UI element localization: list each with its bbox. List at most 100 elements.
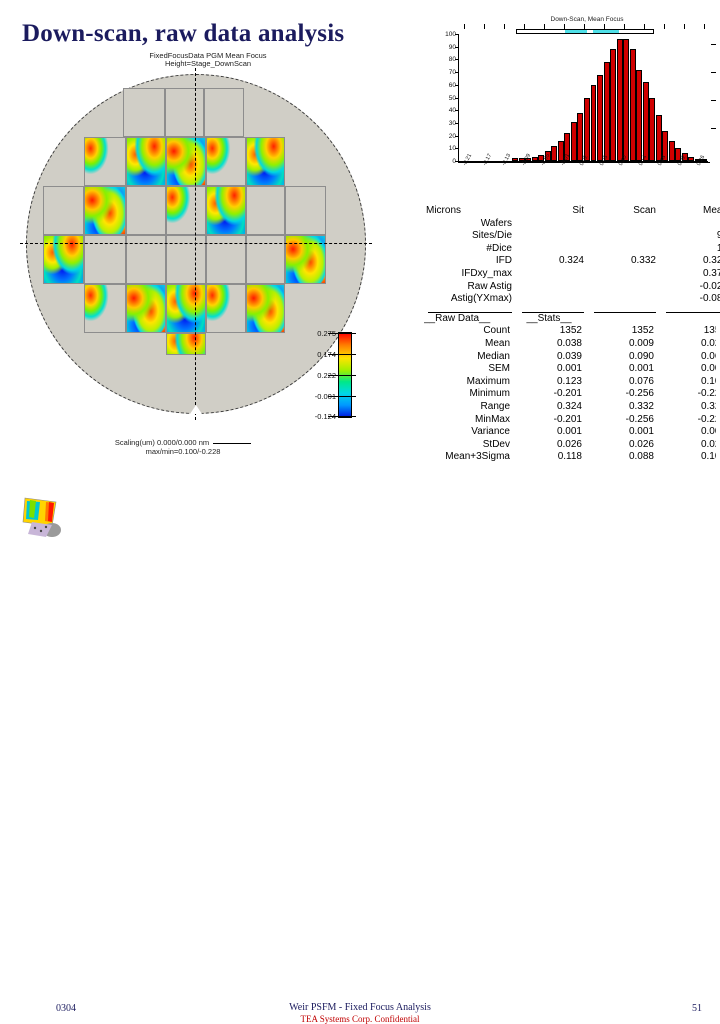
histogram-bar	[590, 84, 597, 161]
table-row: StDev 0.026 0.026 0.025	[424, 439, 716, 452]
die-cell[interactable]	[165, 88, 204, 137]
table-cell: 0.026	[628, 438, 654, 450]
analysis-tables: MicronsSitScanMeanWafers1Sites/Die91#Dic…	[424, 205, 720, 465]
table-cell	[518, 293, 590, 306]
histogram-x-tick-labels: -0.21 -0.17 -0.13 -0.09 -0.05 -0.01 0.02 0.06 0.…	[458, 153, 716, 190]
die-cell[interactable]	[166, 235, 206, 284]
die-cell[interactable]	[285, 186, 326, 235]
table-cell: 0.076	[628, 375, 654, 387]
row-label: Maximum	[466, 375, 510, 387]
die-cell[interactable]	[285, 235, 326, 284]
row-label: MinMax	[474, 413, 510, 425]
table-cell: 0.001	[556, 426, 582, 438]
histogram-y-tick-label: 0	[452, 158, 456, 165]
table-cell: 0.009	[628, 337, 654, 349]
column-header: __Stats__	[526, 312, 572, 324]
histogram-y-tick-label: 70	[448, 69, 456, 77]
table-cell: 16	[716, 242, 720, 254]
table-cell	[518, 218, 590, 231]
column-header: __Raw Data__	[424, 312, 491, 324]
table-cell: 0.001	[700, 363, 716, 375]
table-cell: 1	[662, 218, 720, 231]
die-cell[interactable]	[206, 186, 246, 235]
die-cell[interactable]	[123, 88, 165, 137]
table-cell: 0.001	[556, 363, 582, 375]
die-cell[interactable]	[43, 186, 84, 235]
slider-thumb-right[interactable]	[593, 30, 619, 33]
footer-page-number: 51	[692, 1003, 702, 1014]
table-row: Range 0.324 0.332 0.328	[424, 401, 716, 414]
table-row: MinMax -0.201 -0.256 -0.228	[424, 414, 716, 427]
column-header: Sit	[572, 205, 584, 216]
histogram-right-tick-row	[710, 34, 716, 162]
table-cell: 0.379	[702, 267, 720, 279]
die-cell[interactable]	[84, 284, 126, 333]
die-cell[interactable]	[166, 137, 206, 186]
histogram-top-tick	[684, 24, 685, 29]
table-row: Variance 0.001 0.001 0.001	[424, 426, 716, 439]
row-label: Count	[483, 325, 510, 337]
table-cell: 1352	[631, 325, 654, 337]
wafer-notch-icon	[190, 405, 202, 414]
scale-rule-icon	[213, 442, 252, 444]
table-cell: 0.064	[700, 350, 716, 362]
die-cell[interactable]	[246, 186, 285, 235]
histogram-right-tick	[711, 100, 716, 101]
die-cell[interactable]	[84, 137, 126, 186]
table-cell: 0.324	[556, 400, 582, 412]
die-cell[interactable]	[43, 235, 84, 284]
table-cell: -0.228	[697, 413, 716, 425]
row-label: Sites/Die	[471, 230, 512, 242]
colorbar-label: -0.124	[314, 412, 336, 421]
wafer-scale-label: Scaling(um) 0.000/0.000 nm	[114, 438, 210, 447]
die-cell[interactable]	[126, 137, 166, 186]
die-cell[interactable]	[246, 137, 285, 186]
table-cell	[590, 268, 662, 281]
die-cell[interactable]	[84, 235, 126, 284]
die-cell[interactable]	[206, 284, 246, 333]
histogram-bar	[512, 158, 519, 161]
die-cell[interactable]	[246, 284, 285, 333]
histogram-right-tick	[711, 44, 716, 45]
die-cell[interactable]	[126, 284, 166, 333]
die-cell[interactable]	[166, 186, 206, 235]
table-row: Median 0.039 0.090 0.064	[424, 351, 716, 364]
die-cell[interactable]	[166, 333, 206, 355]
histogram-top-tick	[484, 24, 485, 29]
table-cell: 0.332	[628, 400, 654, 412]
slider-thumb-left[interactable]	[565, 30, 587, 33]
die-cell[interactable]	[166, 284, 206, 333]
column-header: Mean	[702, 205, 720, 216]
die-cell[interactable]	[246, 235, 285, 284]
die-cell[interactable]	[204, 88, 244, 137]
die-cell[interactable]	[206, 235, 246, 284]
wafer-heading-line2: Height=Stage_DownScan	[164, 59, 252, 68]
histogram-bar	[584, 97, 590, 161]
footer-center-text: Weir PSFM - Fixed Focus Analysis	[289, 1002, 431, 1013]
summary-table: MicronsSitScanMeanWafers1Sites/Die91#Dic…	[424, 205, 720, 313]
table-cell: 0.328	[702, 255, 720, 267]
table-cell: 0.088	[628, 451, 654, 463]
row-label: #Dice	[486, 242, 512, 254]
table-cell: -0.228	[697, 388, 716, 400]
histogram-y-tick-label: 80	[448, 56, 456, 64]
table-cell: 0.038	[556, 337, 582, 349]
histogram-right-tick	[711, 72, 716, 73]
histogram-bar	[636, 69, 643, 161]
histogram-panel: Down-Scan, Mean Focus 100 90 80 70 60 50 40 30 2…	[424, 8, 716, 198]
table-row: Mean 0.038 0.009 0.024	[424, 338, 716, 351]
histogram-top-tick	[464, 24, 465, 29]
table-row: Count 1352 1352 1352	[424, 325, 716, 338]
histogram-bars	[460, 34, 708, 161]
wafer-map-heading: FixedFocusData PGM Mean Focus Height=Sta…	[8, 52, 408, 68]
page-title: Down-scan, raw data analysis	[22, 20, 345, 47]
die-cell[interactable]	[126, 235, 166, 284]
histogram-top-tick	[664, 24, 665, 29]
stats-table: __Raw Data____Stats__Count135213521352Me…	[424, 313, 716, 464]
table-cell: 0.001	[700, 426, 716, 438]
table-row: IFD 0.324 0.332 0.328	[424, 255, 720, 268]
die-cell[interactable]	[84, 186, 126, 235]
table-cell: 0.001	[628, 426, 654, 438]
die-cell[interactable]	[206, 137, 246, 186]
die-cell[interactable]	[126, 186, 166, 235]
